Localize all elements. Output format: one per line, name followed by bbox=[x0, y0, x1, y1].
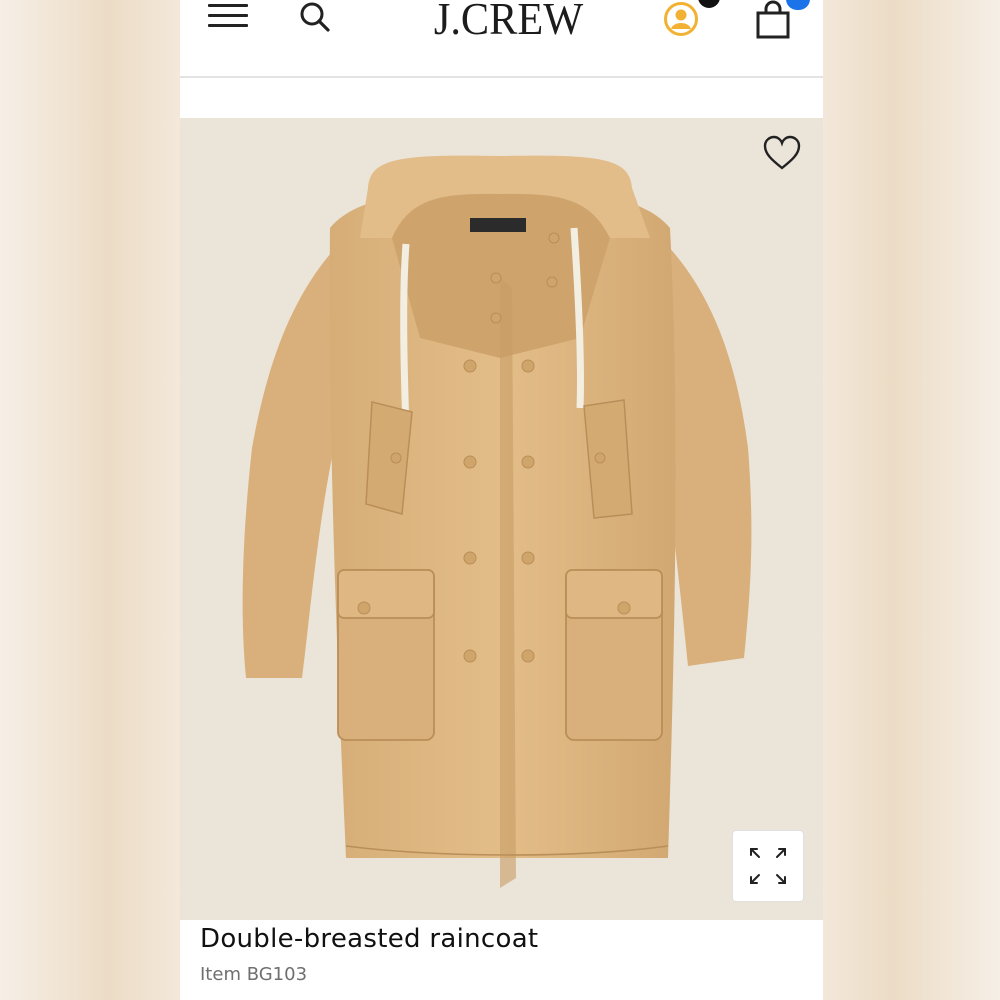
menu-icon[interactable] bbox=[208, 4, 248, 32]
heart-icon[interactable] bbox=[762, 134, 802, 172]
expand-icon bbox=[750, 848, 786, 884]
account-icon[interactable] bbox=[664, 2, 698, 36]
shopping-bag-icon[interactable] bbox=[755, 0, 791, 40]
header-spacer bbox=[180, 78, 823, 118]
product-title: Double-breasted raincoat bbox=[200, 924, 539, 954]
mobile-page: J.CREW Double-breasted raincoat Item BG1… bbox=[180, 0, 823, 1000]
top-navigation-bar: J.CREW bbox=[180, 0, 823, 78]
search-icon[interactable] bbox=[297, 0, 333, 36]
product-image[interactable] bbox=[180, 118, 823, 920]
background-right bbox=[820, 0, 1000, 1000]
brand-logo[interactable]: J.CREW bbox=[423, 0, 593, 44]
raincoat-illustration bbox=[242, 155, 752, 888]
background-left bbox=[0, 0, 180, 1000]
expand-button[interactable] bbox=[732, 830, 804, 902]
account-notification-badge bbox=[698, 0, 720, 8]
product-item-number: Item BG103 bbox=[200, 964, 308, 985]
